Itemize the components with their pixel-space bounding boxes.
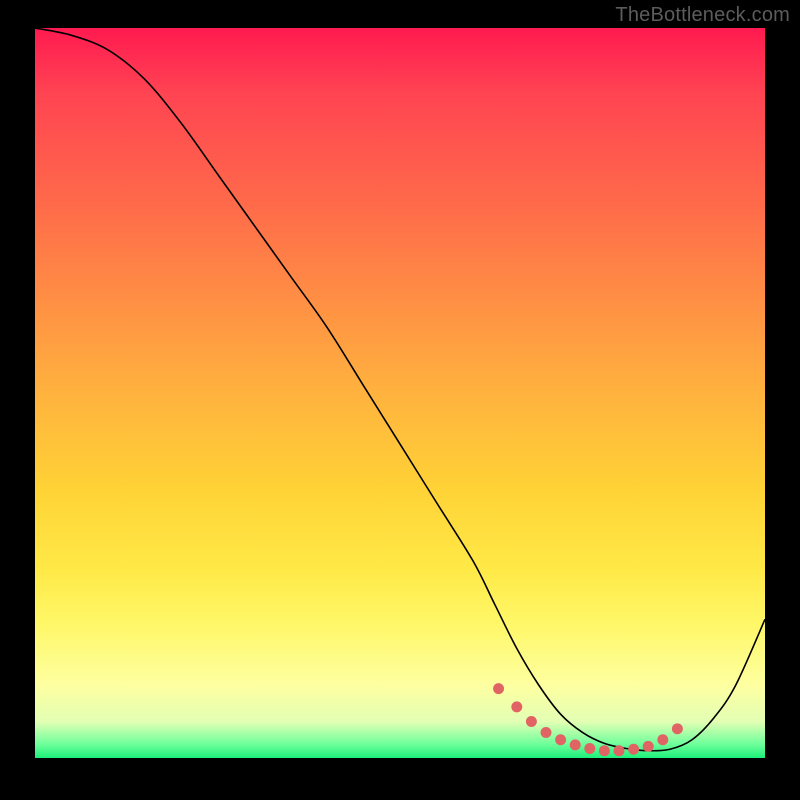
chart-svg <box>35 28 765 758</box>
highlight-dot <box>672 723 683 734</box>
highlight-dot <box>570 739 581 750</box>
highlight-dot <box>628 744 639 755</box>
watermark-text: TheBottleneck.com <box>615 4 790 27</box>
highlight-dot <box>511 701 522 712</box>
highlight-dot <box>526 716 537 727</box>
plot-area <box>35 28 765 758</box>
chart-wrapper: TheBottleneck.com <box>0 0 800 800</box>
curve-path <box>35 28 765 751</box>
highlight-dot <box>643 741 654 752</box>
highlight-dot <box>657 734 668 745</box>
highlight-dots <box>493 683 683 756</box>
highlight-dot <box>555 734 566 745</box>
highlight-dot <box>599 745 610 756</box>
highlight-dot <box>584 743 595 754</box>
highlight-dot <box>493 683 504 694</box>
highlight-dot <box>541 727 552 738</box>
highlight-dot <box>614 745 625 756</box>
